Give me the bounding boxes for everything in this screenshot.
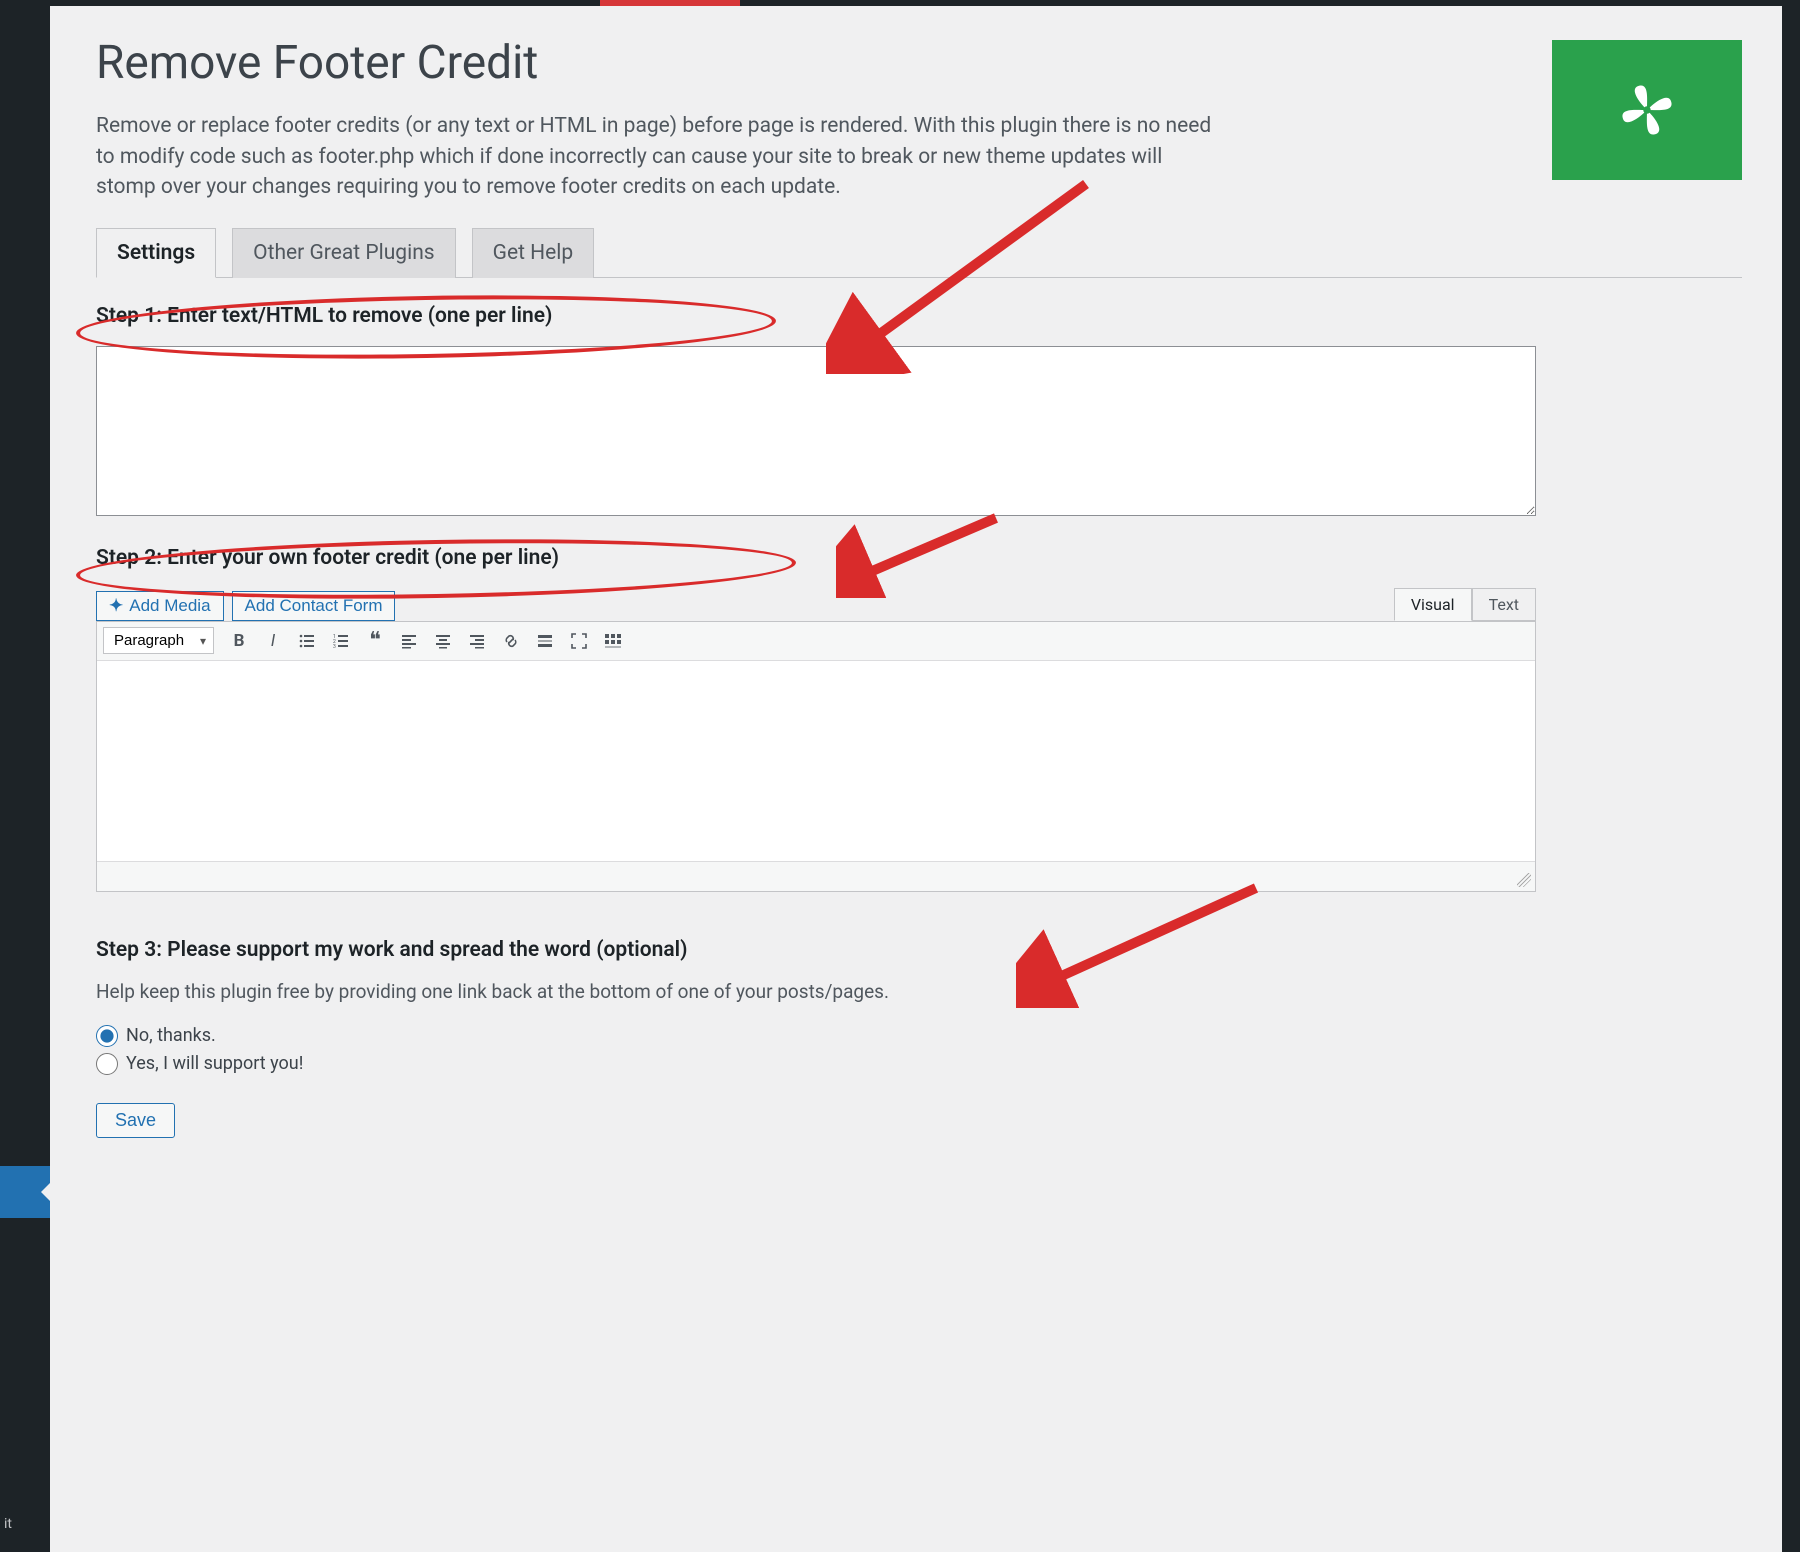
- support-radio-no[interactable]: [96, 1025, 118, 1047]
- sidebar-active-label: it: [0, 1516, 12, 1532]
- list-ul-icon: [299, 633, 315, 649]
- plugin-settings-page: Remove Footer Credit Remove or replace f…: [50, 6, 1782, 1552]
- admin-sidebar: it: [0, 6, 50, 1552]
- bullet-list-button[interactable]: [292, 626, 322, 656]
- read-more-icon: [537, 633, 553, 649]
- fullscreen-icon: [571, 633, 587, 649]
- plugin-logo: [1552, 40, 1742, 180]
- add-contact-form-button[interactable]: Add Contact Form: [232, 591, 396, 621]
- fullscreen-button[interactable]: [564, 626, 594, 656]
- numbered-list-button[interactable]: 123: [326, 626, 356, 656]
- tab-settings[interactable]: Settings: [96, 228, 216, 278]
- support-no-label: No, thanks.: [126, 1025, 216, 1046]
- settings-tabs: Settings Other Great Plugins Get Help: [96, 227, 1742, 278]
- tab-get-help[interactable]: Get Help: [472, 228, 595, 278]
- align-center-button[interactable]: [428, 626, 458, 656]
- add-media-button[interactable]: ✦ Add Media: [96, 591, 224, 621]
- read-more-button[interactable]: [530, 626, 560, 656]
- step3-heading: Step 3: Please support my work and sprea…: [96, 938, 1742, 962]
- page-title: Remove Footer Credit: [96, 36, 1512, 91]
- window-scrollbar[interactable]: [1782, 6, 1800, 1552]
- align-right-button[interactable]: [462, 626, 492, 656]
- link-icon: [503, 633, 519, 649]
- support-option-no[interactable]: No, thanks.: [96, 1025, 1742, 1047]
- step2-heading: Step 2: Enter your own footer credit (on…: [96, 546, 1742, 570]
- editor-toolbar: Paragraph B I 123 ❝: [97, 622, 1535, 661]
- bold-button[interactable]: B: [224, 626, 254, 656]
- add-contact-label: Add Contact Form: [245, 596, 383, 616]
- support-radio-yes[interactable]: [96, 1053, 118, 1075]
- toolbar-toggle-button[interactable]: [598, 626, 628, 656]
- step3-help: Help keep this plugin free by providing …: [96, 980, 1742, 1003]
- sidebar-item-active[interactable]: [0, 1166, 50, 1218]
- tab-other-plugins[interactable]: Other Great Plugins: [232, 228, 455, 278]
- format-select[interactable]: Paragraph: [103, 627, 214, 654]
- page-description: Remove or replace footer credits (or any…: [96, 111, 1216, 202]
- align-left-button[interactable]: [394, 626, 424, 656]
- editor-content-area[interactable]: [97, 661, 1535, 861]
- align-center-icon: [435, 633, 451, 649]
- remove-text-textarea[interactable]: [96, 346, 1536, 516]
- viewport: it Remove Footer Credit Remove or replac…: [0, 0, 1800, 1552]
- insert-link-button[interactable]: [496, 626, 526, 656]
- italic-button[interactable]: I: [258, 626, 288, 656]
- wysiwyg-editor: Paragraph B I 123 ❝: [96, 621, 1536, 892]
- editor-statusbar[interactable]: [97, 861, 1535, 891]
- support-option-yes[interactable]: Yes, I will support you!: [96, 1053, 1742, 1075]
- kitchen-sink-icon: [604, 633, 622, 649]
- list-ol-icon: 123: [333, 633, 349, 649]
- svg-text:3: 3: [333, 644, 336, 649]
- step1-heading: Step 1: Enter text/HTML to remove (one p…: [96, 304, 1742, 328]
- support-yes-label: Yes, I will support you!: [126, 1053, 303, 1074]
- blockquote-button[interactable]: ❝: [360, 626, 390, 656]
- clover-icon: [1617, 80, 1677, 140]
- align-left-icon: [401, 633, 417, 649]
- editor-tab-visual[interactable]: Visual: [1394, 588, 1472, 621]
- add-media-label: Add Media: [129, 596, 210, 616]
- media-icon: ✦: [109, 596, 123, 616]
- save-button[interactable]: Save: [96, 1103, 175, 1138]
- align-right-icon: [469, 633, 485, 649]
- editor-tab-text[interactable]: Text: [1472, 588, 1536, 621]
